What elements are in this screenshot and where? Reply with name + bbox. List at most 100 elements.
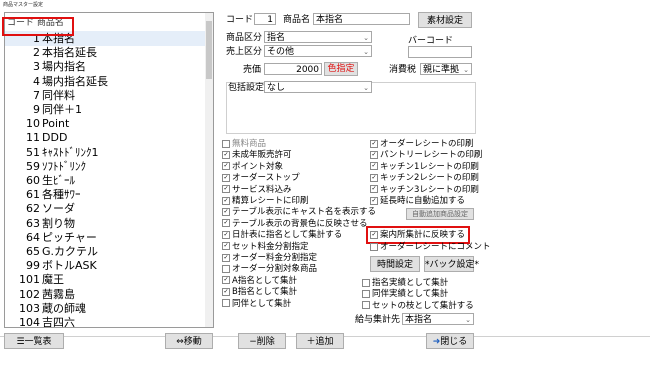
option-checkbox[interactable]: ✓ 未成年販売許可 bbox=[222, 150, 292, 161]
item-name: Point bbox=[42, 117, 70, 131]
list-item[interactable]: 9 同伴＋1 bbox=[5, 102, 205, 117]
option-checkbox[interactable]: ✓ キッチン3レシートの印刷 bbox=[370, 185, 479, 196]
checkbox-label: キッチン2レシートの印刷 bbox=[380, 173, 479, 184]
checkbox-label: 無料商品 bbox=[232, 139, 267, 149]
option-checkbox[interactable]: ✓ B指名として集計 bbox=[222, 287, 297, 298]
list-item[interactable]: 3 場内指名 bbox=[5, 59, 205, 74]
list-item[interactable]: 65 G.カクテル bbox=[5, 244, 205, 259]
list-item[interactable]: 4 場内指名延長 bbox=[5, 74, 205, 89]
close-button[interactable]: ➜閉じる bbox=[426, 333, 474, 349]
item-code: 51 bbox=[26, 145, 40, 159]
option-checkbox[interactable]: ✓ ポイント対象 bbox=[222, 162, 283, 173]
list-item[interactable]: 10 Point bbox=[5, 116, 205, 131]
chevron-down-icon: ⌄ bbox=[363, 48, 369, 56]
item-code: 101 bbox=[19, 273, 40, 287]
delete-button[interactable]: −削除 bbox=[238, 333, 286, 349]
back-settings-button[interactable]: *バック設定* bbox=[424, 256, 479, 272]
list-item[interactable]: 99 ボトルASK bbox=[5, 258, 205, 273]
list-item[interactable]: 51 ｷｬｽﾄﾄﾞﾘﾝｸ1 bbox=[5, 145, 205, 160]
auto-add-products-button[interactable]: 自動追加商品設定 bbox=[406, 208, 474, 220]
option-checkbox[interactable]: ✓ オーダーレシートの印刷 bbox=[370, 139, 474, 150]
option-checkbox[interactable]: ✓ テーブル表示の背景色に反映させる bbox=[222, 219, 368, 230]
option-checkbox[interactable]: 同伴実績として集計 bbox=[362, 289, 448, 300]
checkbox-label: キッチン3レシートの印刷 bbox=[380, 184, 479, 195]
price-field[interactable]: 2000 bbox=[264, 63, 322, 75]
item-name: ボトルASK bbox=[42, 259, 97, 273]
list-item[interactable]: 59 ｿﾌﾄﾄﾞﾘﾝｸ bbox=[5, 159, 205, 174]
order-receipt-comment-label: オーダーレシートにコメント bbox=[380, 242, 491, 252]
option-checkbox[interactable]: ✓ オーダー料金分割指定 bbox=[222, 253, 317, 264]
item-code: 62 bbox=[26, 202, 40, 216]
option-checkbox[interactable]: セットの枝として集計する bbox=[362, 301, 474, 312]
package-value: なし bbox=[267, 83, 286, 93]
list-item[interactable]: 102 茜霧島 bbox=[5, 287, 205, 302]
item-name: 場内指名延長 bbox=[42, 74, 108, 88]
option-checkbox[interactable]: ✓ キッチン2レシートの印刷 bbox=[370, 173, 479, 184]
option-checkbox[interactable]: ✓ A指名として集計 bbox=[222, 276, 297, 287]
list-item[interactable]: 60 生ﾋﾞｰﾙ bbox=[5, 173, 205, 188]
list-item[interactable]: 2 本指名延長 bbox=[5, 45, 205, 60]
barcode-field[interactable] bbox=[408, 46, 472, 58]
checkbox-label: テーブル表示の背景色に反映させる bbox=[232, 218, 368, 229]
list-highlight-box bbox=[2, 17, 74, 36]
list-icon: ☰ bbox=[16, 337, 25, 347]
option-checkbox[interactable]: ✓ 精算レシートに印刷 bbox=[222, 196, 309, 207]
checkbox-label: 未成年販売許可 bbox=[232, 150, 292, 161]
list-item[interactable]: 101 魔王 bbox=[5, 272, 205, 287]
checkbox-box: ✓ bbox=[370, 139, 378, 148]
package-select[interactable]: なし ⌄ bbox=[264, 81, 372, 93]
product-list[interactable]: コード 商品名 1 本指名 2 本指名延長 3 場内指名 4 場内指名延長 7 同伴料 9 同伴＋1 1… bbox=[4, 12, 214, 328]
list-item[interactable]: 62 ソーダ bbox=[5, 201, 205, 216]
list-view-button[interactable]: ☰一覧表 bbox=[4, 333, 64, 349]
checkbox-box bbox=[222, 139, 230, 148]
category-select[interactable]: 指名 ⌄ bbox=[264, 31, 372, 43]
item-name: 魔王 bbox=[42, 273, 64, 287]
item-name: 蔵の師魂 bbox=[42, 301, 86, 315]
checkbox-box: ✓ bbox=[222, 242, 230, 251]
add-button[interactable]: ＋追加 bbox=[296, 333, 344, 349]
option-checkbox[interactable]: ✓ セット料金分割指定 bbox=[222, 242, 309, 253]
option-checkbox[interactable]: ✓ 延長時に自動追加する bbox=[370, 196, 465, 207]
list-item[interactable]: 63 割り物 bbox=[5, 216, 205, 231]
option-checkbox[interactable]: ✓ キッチン1レシートの印刷 bbox=[370, 162, 479, 173]
checkbox-box: ✓ bbox=[222, 173, 230, 182]
time-settings-button[interactable]: 時間設定 bbox=[370, 256, 420, 272]
item-code: 99 bbox=[26, 259, 40, 273]
list-item[interactable]: 64 ピッチャー bbox=[5, 230, 205, 245]
list-scrollbar[interactable] bbox=[205, 13, 213, 327]
color-button[interactable]: 色指定 bbox=[324, 62, 358, 76]
checkbox-box bbox=[362, 301, 370, 310]
list-item[interactable]: 104 吉四六 bbox=[5, 315, 205, 327]
name-field[interactable]: 本指名 bbox=[313, 13, 410, 25]
move-button[interactable]: ⇔移動 bbox=[165, 333, 213, 349]
material-settings-button[interactable]: 素材設定 bbox=[418, 12, 472, 28]
option-checkbox[interactable]: ✓ テーブル表示にキャスト名を表示する bbox=[222, 207, 376, 218]
list-item[interactable]: 11 DDD bbox=[5, 130, 205, 145]
checkbox-box: ✓ bbox=[222, 219, 230, 228]
code-field[interactable]: 1 bbox=[254, 13, 276, 25]
checkbox-label: 同伴実績として集計 bbox=[372, 289, 449, 300]
option-checkbox[interactable]: 指名実績として集計 bbox=[362, 278, 448, 289]
option-checkbox[interactable]: ✓ オーダーストップ bbox=[222, 173, 300, 184]
option-checkbox[interactable]: 同伴として集計 bbox=[222, 299, 291, 310]
option-checkbox[interactable]: 無料商品 bbox=[222, 139, 266, 150]
option-checkbox[interactable]: オーダー分割対象商品 bbox=[222, 264, 317, 275]
checkbox-label: 精算レシートに印刷 bbox=[232, 196, 309, 206]
list-item[interactable]: 7 同伴料 bbox=[5, 88, 205, 103]
sales-category-select[interactable]: その他 ⌄ bbox=[264, 45, 372, 57]
item-code: 3 bbox=[33, 60, 40, 74]
salary-select[interactable]: 本指名 ⌄ bbox=[402, 313, 474, 325]
list-item[interactable]: 61 各種ｻﾜｰ bbox=[5, 187, 205, 202]
option-checkbox[interactable]: ✓ 日計表に指名として集計する bbox=[222, 230, 342, 241]
item-name: 本指名延長 bbox=[42, 46, 97, 60]
scrollbar-thumb[interactable] bbox=[206, 21, 212, 79]
checkbox-label: ポイント対象 bbox=[232, 161, 284, 172]
move-icon: ⇔ bbox=[176, 337, 184, 347]
tax-label: 消費税 bbox=[389, 65, 417, 75]
option-checkbox[interactable]: ✓ パントリーレシートの印刷 bbox=[370, 150, 482, 161]
checkbox-box: ✓ bbox=[222, 230, 230, 239]
order-receipt-comment-checkbox[interactable]: オーダーレシートにコメント bbox=[370, 242, 491, 253]
list-item[interactable]: 103 蔵の師魂 bbox=[5, 301, 205, 316]
tax-select[interactable]: 親に準拠 ⌄ bbox=[420, 63, 472, 75]
option-checkbox[interactable]: ✓ サービス料込み bbox=[222, 185, 292, 196]
